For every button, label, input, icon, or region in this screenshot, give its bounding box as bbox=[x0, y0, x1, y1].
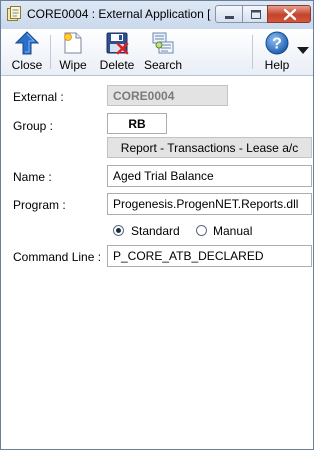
svg-text:?: ? bbox=[272, 36, 282, 53]
title-bar[interactable]: CORE0004 : External Application [... bbox=[1, 1, 313, 30]
close-button[interactable]: Close bbox=[7, 29, 47, 75]
standard-radio[interactable] bbox=[113, 225, 124, 236]
toolbar: Close Wipe Delete Search ? Help bbox=[1, 29, 313, 76]
maximize-button[interactable] bbox=[242, 5, 268, 23]
group-input[interactable]: RB bbox=[107, 113, 167, 134]
command-line-input[interactable]: P_CORE_ATB_DECLARED bbox=[107, 245, 312, 267]
window-title: CORE0004 : External Application [... bbox=[27, 7, 211, 21]
group-description-field: Report - Transactions - Lease a/c bbox=[107, 137, 312, 158]
name-label: Name : bbox=[13, 170, 52, 184]
group-label: Group : bbox=[13, 119, 54, 133]
maximize-icon bbox=[251, 10, 261, 19]
standard-radio-label[interactable]: Standard bbox=[131, 224, 180, 238]
delete-button[interactable]: Delete bbox=[97, 29, 137, 75]
app-form-icon bbox=[7, 6, 21, 21]
program-input[interactable]: Progenesis.ProgenNET.Reports.dll bbox=[107, 193, 312, 215]
close-icon bbox=[283, 8, 297, 21]
manual-radio[interactable] bbox=[196, 225, 207, 236]
wipe-button[interactable]: Wipe bbox=[55, 29, 91, 75]
command-line-label: Command Line : bbox=[13, 250, 102, 264]
minimize-button[interactable] bbox=[215, 5, 243, 23]
manual-radio-label[interactable]: Manual bbox=[213, 224, 252, 238]
help-button[interactable]: ? Help bbox=[259, 29, 295, 75]
program-label: Program : bbox=[13, 198, 66, 212]
search-button-label: Search bbox=[143, 58, 183, 72]
toolbar-separator bbox=[50, 35, 51, 69]
name-input[interactable]: Aged Trial Balance bbox=[107, 165, 312, 187]
delete-button-label: Delete bbox=[99, 58, 135, 72]
up-arrow-icon bbox=[15, 31, 39, 55]
chevron-down-icon[interactable] bbox=[297, 47, 309, 55]
close-window-button[interactable] bbox=[267, 5, 311, 23]
wipe-button-label: Wipe bbox=[59, 58, 87, 72]
help-button-label: Help bbox=[264, 58, 290, 72]
external-label: External : bbox=[13, 90, 64, 104]
minimize-icon bbox=[225, 16, 234, 19]
search-button[interactable]: Search bbox=[143, 29, 183, 75]
floppy-delete-icon bbox=[106, 32, 129, 55]
help-icon: ? bbox=[265, 31, 289, 55]
close-button-label: Close bbox=[11, 58, 43, 72]
blank-page-icon bbox=[64, 32, 82, 54]
toolbar-separator bbox=[252, 35, 253, 69]
external-application-window: CORE0004 : External Application [... Clo… bbox=[0, 0, 314, 450]
external-field: CORE0004 bbox=[107, 85, 228, 106]
search-list-icon bbox=[152, 32, 174, 54]
